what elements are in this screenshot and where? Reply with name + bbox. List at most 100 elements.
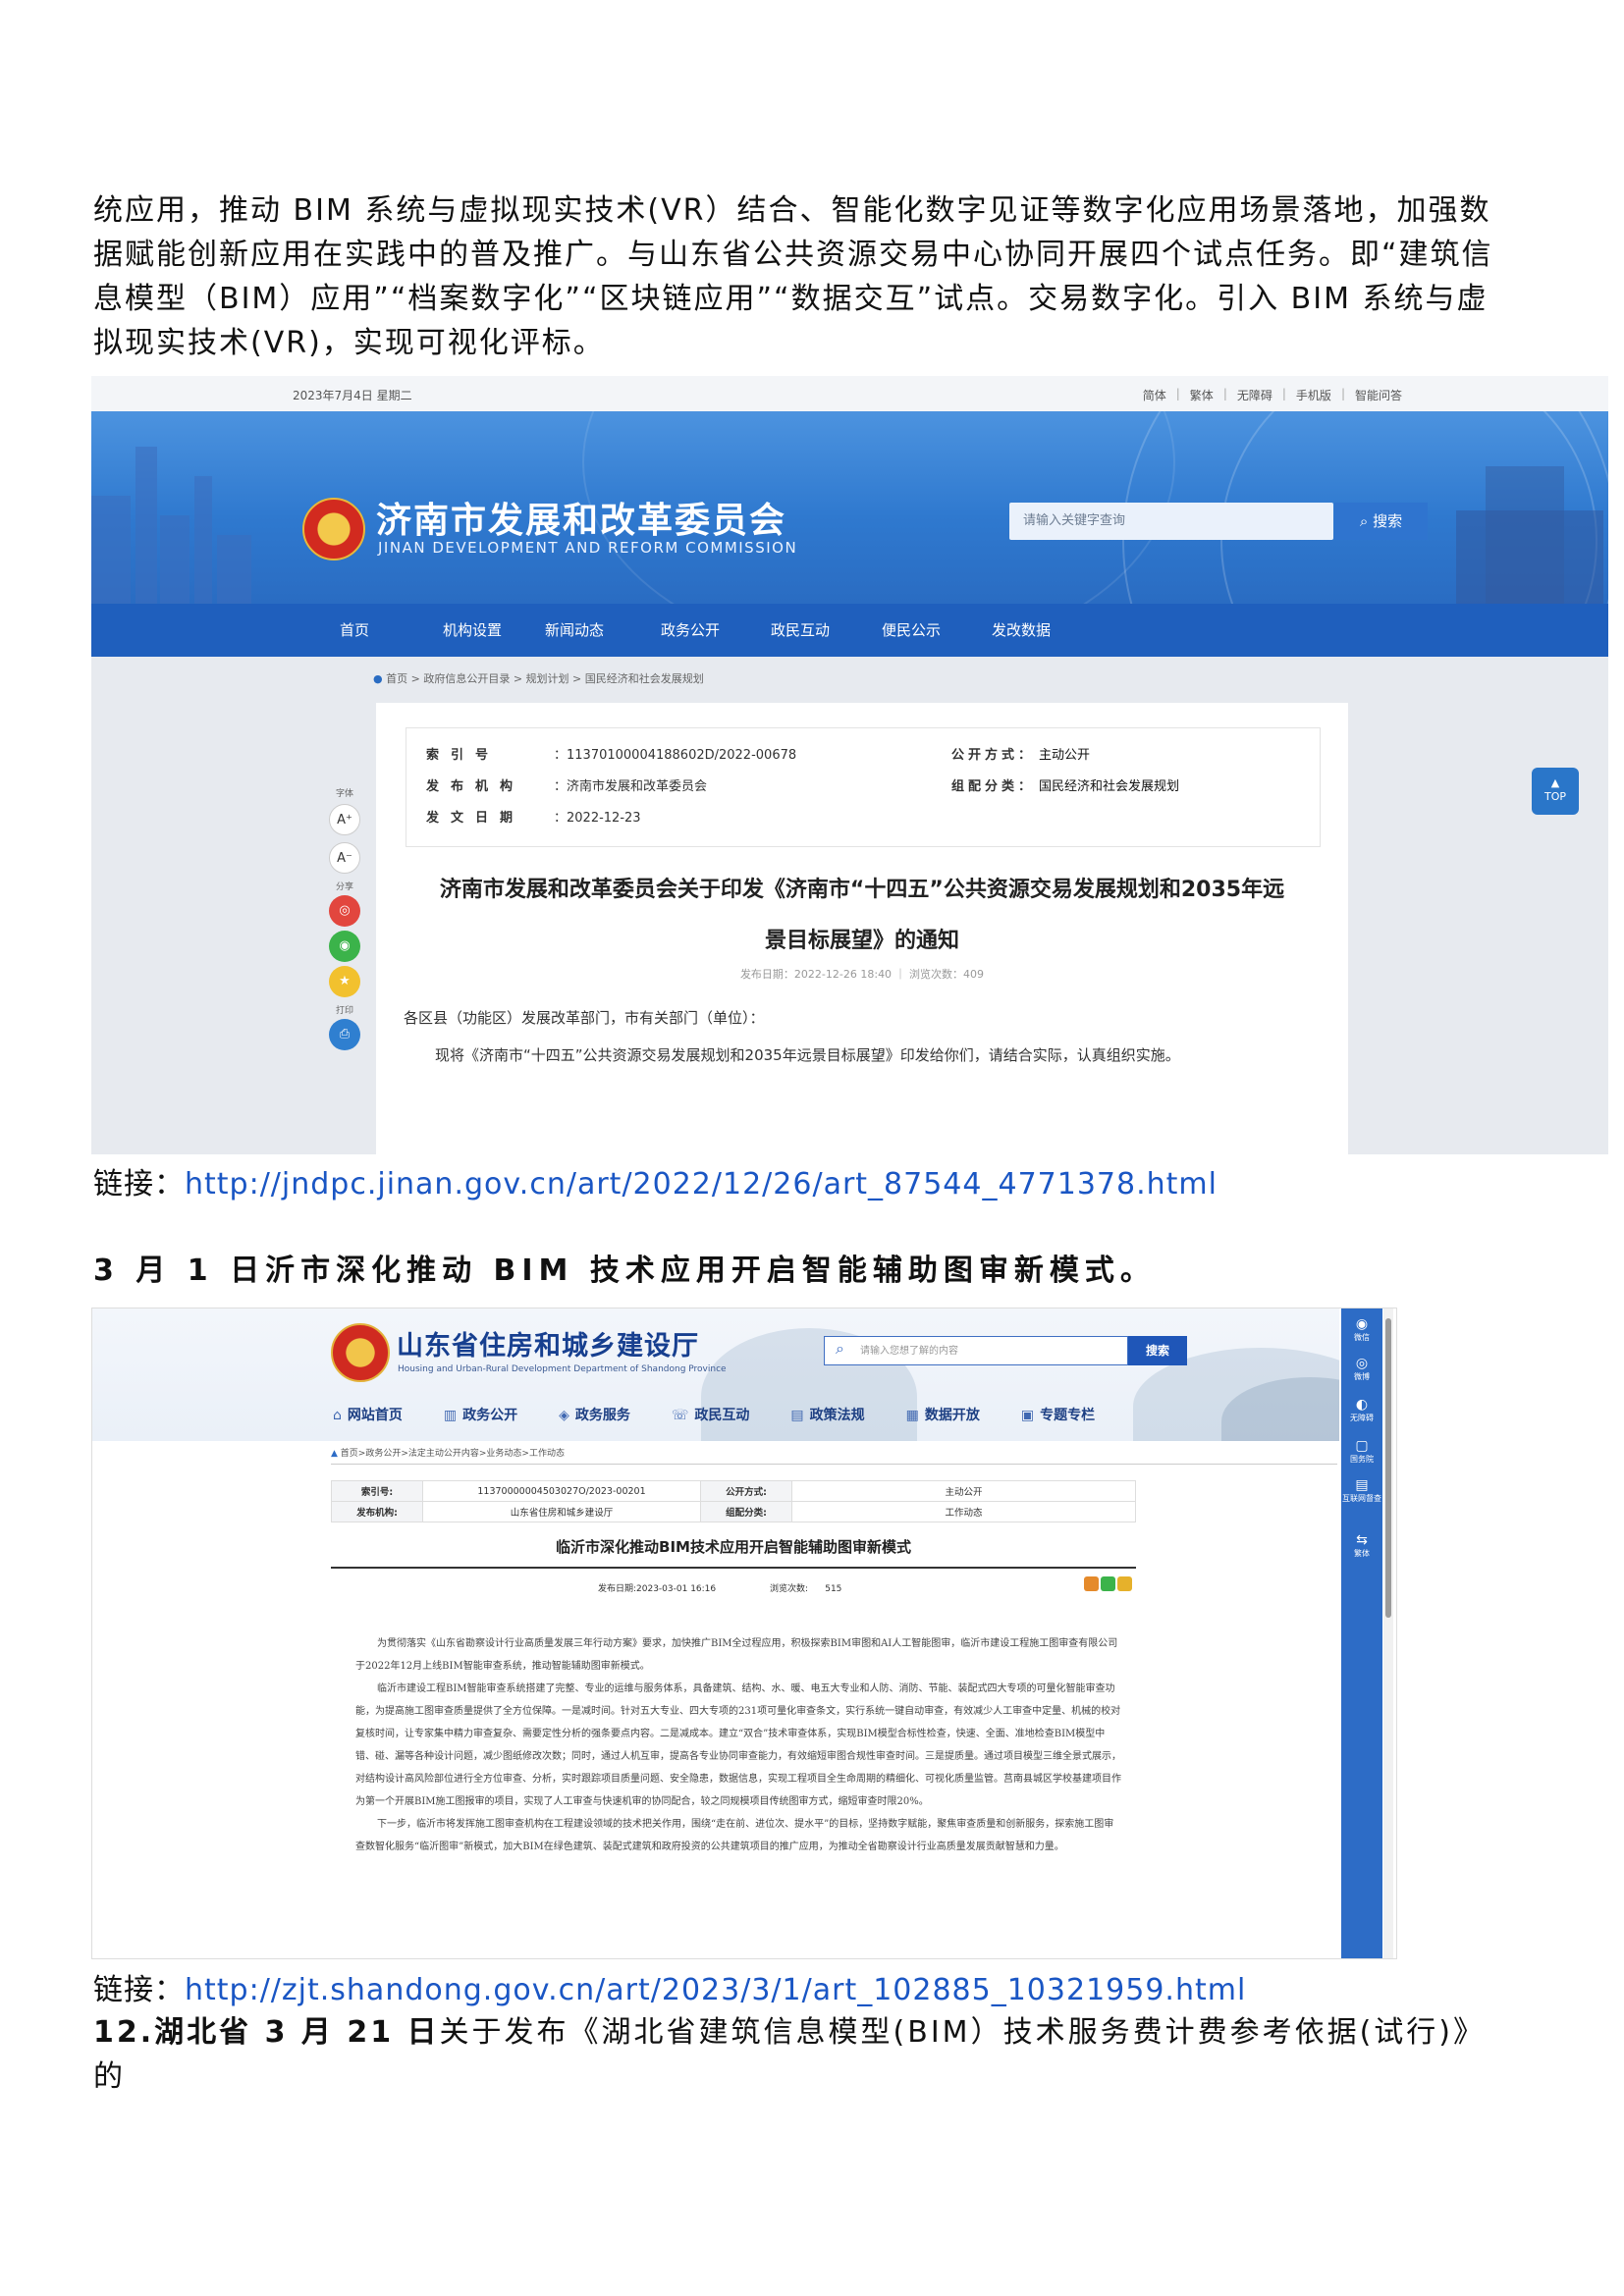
rightbar-state-council[interactable]: ▢ 国务院 <box>1341 1438 1382 1465</box>
article-headline: 济南市发展和改革委员会关于印发《济南市“十四五”公共资源交易发展规划和2035年… <box>376 865 1348 967</box>
nav-public-notice[interactable]: 便民公示 <box>882 604 941 657</box>
search-input[interactable]: 请输入关键字查询 <box>1009 503 1333 540</box>
nav-services[interactable]: ◈ 政务服务 <box>559 1405 630 1424</box>
intro-paragraph: 统应用，推动 BIM 系统与虚拟现实技术(VR）结合、智能化数字见证等数字化应用… <box>93 193 1493 360</box>
main-nav: 首页 机构设置 新闻动态 政务公开 政民互动 便民公示 发改数据 <box>91 604 1608 657</box>
meta-date-key: 发文日期 <box>426 811 525 826</box>
document-icon: ▤ <box>790 1408 804 1423</box>
util-link-simplified[interactable]: 简体 <box>1143 387 1166 403</box>
back-to-top-label: TOP <box>1543 790 1566 803</box>
meta-index-value: ：11370100004188602D/2022-00678 <box>554 748 797 763</box>
site-banner: 济南市发展和改革委员会 JINAN DEVELOPMENT AND REFORM… <box>91 411 1608 604</box>
favorite-share-icon[interactable] <box>1117 1576 1132 1591</box>
util-link-accessibility[interactable]: 无障碍 <box>1237 387 1272 403</box>
nav-home[interactable]: 首页 <box>340 604 369 657</box>
home-icon: ⌂ <box>333 1408 342 1423</box>
home-icon: ▲ <box>331 1449 338 1459</box>
search-input[interactable]: 请输入您想了解的内容 <box>824 1336 1128 1365</box>
switch-icon: ⇆ <box>1356 1532 1368 1548</box>
body-paragraph-2: 临沂市建设工程BIM智能审查系统搭建了完整、专业的运维与服务体系，具备建筑、结构… <box>355 1683 1121 1807</box>
rightbar-state-council-label: 国务院 <box>1350 1455 1374 1464</box>
main-nav: ⌂ 网站首页 ▥ 政务公开 ◈ 政务服务 ☏ 政民互动 ▤ 政策法规 ▦ 数据开放 ▣ 专题专… <box>333 1405 1136 1424</box>
qzone-share-icon[interactable] <box>1084 1576 1099 1591</box>
headline-divider <box>331 1567 1136 1569</box>
eye-icon: ◐ <box>1355 1397 1369 1413</box>
meta-org-key: 发布机构: <box>331 1501 423 1522</box>
site-title: 济南市发展和改革委员会 <box>376 501 787 541</box>
favorite-star-icon[interactable]: ★ <box>329 966 360 997</box>
nav-open-data[interactable]: ▦ 数据开放 <box>906 1405 980 1424</box>
share-icons <box>1084 1576 1132 1591</box>
wechat-icon: ◉ <box>1355 1316 1369 1332</box>
font-decrease-button[interactable]: A⁻ <box>329 842 360 874</box>
search-icon: ⌕ <box>836 1339 844 1358</box>
site-subtitle: Housing and Urban-Rural Development Depa… <box>398 1364 727 1374</box>
nav-home-label: 网站首页 <box>347 1408 403 1423</box>
nav-policy-label: 政策法规 <box>809 1408 865 1423</box>
nav-home[interactable]: ⌂ 网站首页 <box>333 1405 403 1424</box>
breadcrumb: ▲ 首页>政务公开>法定主动公开内容>业务动态>工作动态 <box>331 1446 1337 1465</box>
scrollbar-thumb[interactable] <box>1385 1318 1391 1618</box>
hubei-paragraph: 12.湖北省 3 月 21 日关于发布《湖北省建筑信息模型(BIM）技术服务费计… <box>93 2010 1517 2099</box>
print-icon[interactable]: ⎙ <box>329 1019 360 1050</box>
headline-line-2: 景目标展望》的通知 <box>764 929 959 953</box>
national-emblem-logo <box>302 498 365 561</box>
link-label: 链接： <box>93 1973 185 2007</box>
nav-organization[interactable]: 机构设置 <box>443 604 502 657</box>
nav-news[interactable]: 新闻动态 <box>545 604 604 657</box>
weibo-share-icon[interactable]: ◎ <box>329 895 360 927</box>
rightbar-traditional[interactable]: ⇆ 繁体 <box>1341 1532 1382 1559</box>
nav-interaction[interactable]: ☏ 政民互动 <box>672 1405 750 1424</box>
rightbar-wechat[interactable]: ◉ 微信 <box>1341 1316 1382 1343</box>
font-increase-button[interactable]: A⁺ <box>329 804 360 835</box>
rightbar-wechat-label: 微信 <box>1354 1333 1370 1342</box>
meta-open-key: 公开方式: <box>700 1480 792 1502</box>
wechat-share-icon[interactable] <box>1101 1576 1115 1591</box>
nav-gov-affairs[interactable]: ▥ 政务公开 <box>444 1405 517 1424</box>
rightbar-traditional-label: 繁体 <box>1354 1549 1370 1558</box>
nav-topics[interactable]: ▣ 专题专栏 <box>1021 1405 1095 1424</box>
metadata-table: 索引号: 11370000004503027O/2023-00201 公开方式:… <box>331 1480 1136 1522</box>
nav-policy[interactable]: ▤ 政策法规 <box>790 1405 864 1424</box>
rightbar-weibo-label: 微博 <box>1354 1372 1370 1381</box>
inspection-icon: ▤ <box>1355 1477 1369 1493</box>
national-emblem-logo <box>331 1323 390 1382</box>
util-link-qa[interactable]: 智能问答 <box>1355 387 1402 403</box>
search-button[interactable]: 搜索 <box>1128 1336 1187 1365</box>
wechat-share-icon[interactable]: ◉ <box>329 931 360 962</box>
util-link-traditional[interactable]: 繁体 <box>1190 387 1214 403</box>
nav-interaction[interactable]: 政民互动 <box>771 604 830 657</box>
meta-index-value: 11370000004503027O/2023-00201 <box>422 1480 701 1502</box>
jinan-drc-screenshot: 2023年7月4日 星期二 简体 | 繁体 | 无障碍 | 手机版 | 智能问答 济南市… <box>91 376 1608 1154</box>
interaction-icon: ☏ <box>671 1408 689 1423</box>
data-icon: ▦ <box>905 1408 919 1423</box>
rightbar-inspection-label: 互联网督查 <box>1342 1494 1381 1503</box>
view-count-value: 515 <box>825 1584 842 1594</box>
nav-interaction-label: 政民互动 <box>694 1408 750 1423</box>
rightbar-accessibility[interactable]: ◐ 无障碍 <box>1341 1397 1382 1423</box>
scrollbar[interactable] <box>1383 1308 1393 1958</box>
nav-data[interactable]: 发改数据 <box>992 604 1051 657</box>
link-line-2: 链接：http://zjt.shandong.gov.cn/art/2023/3… <box>93 1971 1246 2010</box>
nav-gov-affairs[interactable]: 政务公开 <box>661 604 720 657</box>
util-link-mobile[interactable]: 手机版 <box>1296 387 1331 403</box>
metadata-table: 索引号 ：11370100004188602D/2022-00678 发布机构 ：济… <box>406 727 1321 847</box>
breadcrumb-text[interactable]: 首页 > 政府信息公开目录 > 规划计划 > 国民经济和社会发展规划 <box>386 672 704 685</box>
breadcrumb-text[interactable]: 首页>政务公开>法定主动公开内容>业务动态>工作动态 <box>341 1449 565 1459</box>
link-label: 链接： <box>93 1167 185 1201</box>
link-url-1[interactable]: http://jndpc.jinan.gov.cn/art/2022/12/26… <box>185 1167 1218 1201</box>
state-council-icon: ▢ <box>1355 1438 1369 1454</box>
meta-org-value: 山东省住房和城乡建设厅 <box>422 1501 701 1522</box>
back-to-top-button[interactable]: ▲ TOP <box>1532 768 1579 815</box>
rightbar-accessibility-label: 无障碍 <box>1350 1414 1374 1422</box>
article-headline: 临沂市深化推动BIM技术应用开启智能辅助图审新模式 <box>556 1538 911 1556</box>
link-url-2[interactable]: http://zjt.shandong.gov.cn/art/2023/3/1/… <box>185 1973 1246 2007</box>
rightbar-weibo[interactable]: ◎ 微博 <box>1341 1356 1382 1382</box>
section-heading-linyi: 3 月 1 日沂市深化推动 BIM 技术应用开启智能辅助图审新模式。 <box>93 1254 1156 1288</box>
meta-open-key: 公开方式： <box>951 748 1036 763</box>
font-size-label: 字体 <box>335 789 353 799</box>
rightbar-inspection[interactable]: ▤ 互联网督查 <box>1341 1477 1382 1504</box>
print-label: 打印 <box>335 1006 353 1016</box>
search-button[interactable]: ⌕ 搜索 <box>1334 503 1428 540</box>
view-count-label: 浏览次数: <box>770 1584 809 1594</box>
